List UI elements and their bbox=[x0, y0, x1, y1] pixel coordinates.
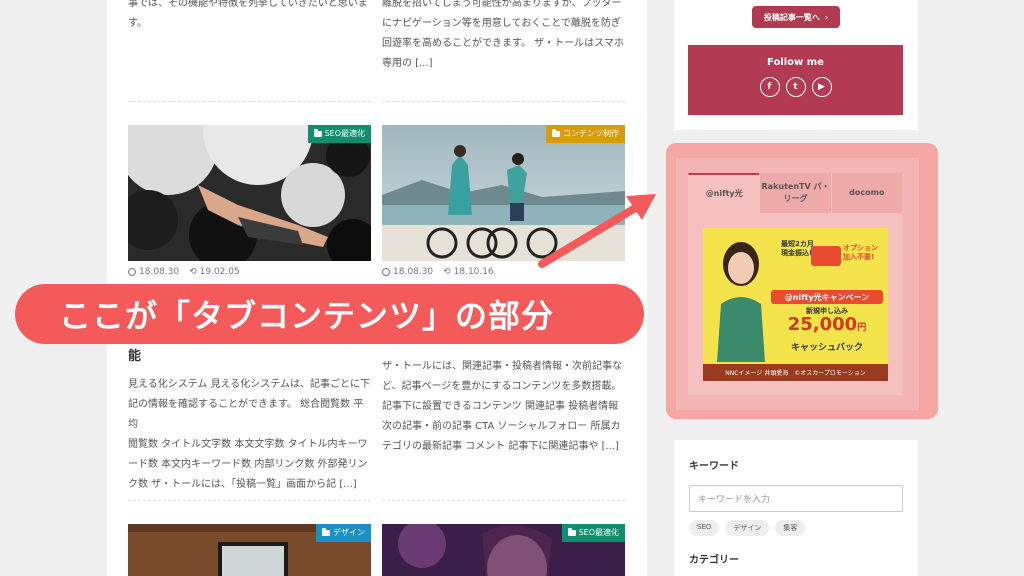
annotation-callout: ここが「タブコンテンツ」の部分 bbox=[15, 284, 644, 344]
excerpt-line: す。 bbox=[128, 18, 147, 29]
divider bbox=[128, 500, 371, 501]
posts-list-button-label: 投稿記事一覧へ bbox=[763, 12, 820, 22]
post-title[interactable]: 能 bbox=[128, 345, 141, 364]
post-excerpt-top-left: 事では、その機能や特徴を列挙していきたいと思いま す。 bbox=[128, 0, 378, 34]
divider bbox=[382, 101, 625, 102]
social-icons: f t ▶ bbox=[688, 77, 903, 97]
excerpt-line: 専用の [...] bbox=[382, 58, 433, 69]
post-card[interactable]: デザイン bbox=[128, 524, 371, 576]
post-card[interactable]: SEO最適化 bbox=[382, 524, 625, 576]
post-excerpt: ザ・トールには、関連記事・投稿者情報・次前記事な ど、記事ページを豊かにするコン… bbox=[382, 357, 630, 457]
follow-me-widget: Follow me f t ▶ bbox=[688, 45, 903, 115]
excerpt-line: 見える化システム 見える化システムは、記事ごとに下 bbox=[128, 379, 370, 390]
date-updated: ⟲ 18.10.16 bbox=[443, 267, 494, 277]
banner-tagline: 最短2カ月 現金振込! bbox=[781, 240, 814, 258]
folder-icon bbox=[567, 528, 576, 536]
category-label: コンテンツ制作 bbox=[563, 129, 619, 138]
excerpt-line: 離脱を招いてしまう可能性が高まりますが、フッター bbox=[382, 0, 622, 9]
follow-me-title: Follow me bbox=[767, 57, 824, 68]
divider bbox=[382, 500, 625, 501]
banner-option: オプション 加入不要! bbox=[843, 244, 878, 262]
category-label: SEO最適化 bbox=[324, 129, 365, 138]
youtube-icon[interactable]: ▶ bbox=[811, 77, 832, 97]
tab-docomo[interactable]: docomo bbox=[830, 173, 902, 213]
banner-amount: 25,000円 bbox=[771, 314, 883, 335]
tab-bar: @nifty光 RakutenTV パ・リーグ docomo bbox=[688, 173, 902, 213]
excerpt-line: ど、記事ページを豊かにするコンテンツを多数搭載。 bbox=[382, 381, 622, 392]
tab-nifty[interactable]: @nifty光 bbox=[688, 173, 760, 213]
category-label: デザイン bbox=[333, 528, 365, 537]
excerpt-line: ク数 ザ・トールには、「投稿一覧」画面から記 [...] bbox=[128, 479, 357, 490]
facebook-icon[interactable]: f bbox=[759, 77, 780, 97]
banner-campaign: @nifty光キャンペーン bbox=[771, 290, 883, 304]
divider bbox=[128, 101, 371, 102]
clock-icon bbox=[382, 268, 390, 276]
excerpt-line: ザ・トールには、関連記事・投稿者情報・次前記事な bbox=[382, 361, 622, 372]
refresh-icon: ⟲ bbox=[189, 267, 197, 277]
excerpt-line: ード数 本文内キーワード数 内部リンク数 外部発リン bbox=[128, 459, 368, 470]
date-updated-text: 18.10.16 bbox=[453, 267, 494, 277]
posts-list-button[interactable]: 投稿記事一覧へ › bbox=[752, 6, 840, 28]
banner-footer-text: NNCイメージ 井頭愛海 bbox=[725, 370, 789, 377]
folder-icon bbox=[313, 129, 322, 137]
folder-icon bbox=[552, 129, 560, 137]
folder-icon bbox=[322, 528, 330, 536]
twitter-icon[interactable]: t bbox=[785, 77, 806, 97]
date-posted-text: 18.08.30 bbox=[393, 267, 434, 277]
category-badge[interactable]: デザイン bbox=[316, 524, 371, 542]
post-thumbnail[interactable]: SEO最適化 bbox=[128, 125, 371, 261]
post-meta: 18.08.30 ⟲ 19.02.05 bbox=[128, 267, 371, 277]
banner-line: オプション bbox=[843, 244, 878, 252]
keyword-input[interactable]: キーワードを入力 bbox=[689, 485, 903, 512]
post-thumbnail[interactable]: デザイン bbox=[128, 524, 371, 576]
banner-footer-text: ©オスカープロモーション bbox=[794, 370, 866, 377]
excerpt-line: 記事下に設置できるコンテンツ 関連記事 投稿者情報 bbox=[382, 401, 619, 412]
clock-icon bbox=[128, 268, 136, 276]
category-label: SEO最適化 bbox=[578, 528, 619, 537]
chevron-right-icon: › bbox=[824, 12, 829, 22]
keyword-tag[interactable]: SEO bbox=[689, 520, 720, 536]
tab-rakuten[interactable]: RakutenTV パ・リーグ bbox=[759, 173, 831, 213]
post-excerpt-top-right: 離脱を招いてしまう可能性が高まりますが、フッター にナビゲーション等を用意してお… bbox=[382, 0, 632, 74]
gift-icon bbox=[811, 246, 841, 266]
post-card[interactable]: SEO最適化 18.08.30 ⟲ 19.02.05 bbox=[128, 125, 371, 277]
refresh-icon: ⟲ bbox=[443, 267, 451, 277]
date-updated-text: 19.02.05 bbox=[199, 267, 240, 277]
post-thumbnail[interactable]: SEO最適化 bbox=[382, 524, 625, 576]
banner-footer: NNCイメージ 井頭愛海 ©オスカープロモーション bbox=[703, 364, 888, 381]
banner-amount-value: 25,000 bbox=[787, 314, 858, 335]
banner-line: 現金振込! bbox=[781, 249, 813, 257]
ad-banner[interactable]: 最短2カ月 現金振込! オプション 加入不要! @nifty光キャンペーン 新規… bbox=[703, 228, 888, 381]
keyword-tag[interactable]: デザイン bbox=[725, 520, 770, 536]
keyword-title: キーワード bbox=[689, 461, 739, 472]
category-badge[interactable]: SEO最適化 bbox=[561, 524, 625, 542]
excerpt-line: 回遊率を高めることができます。 ザ・トールはスマホ bbox=[382, 38, 624, 49]
excerpt-line: 閲覧数 タイトル文字数 本文文字数 タイトル内キーワ bbox=[128, 439, 368, 450]
excerpt-line: テゴリの最新記事 コメント 記事下に関連記事や [...] bbox=[382, 441, 619, 452]
banner-yen: 円 bbox=[857, 323, 867, 333]
category-title: カテゴリー bbox=[689, 555, 739, 566]
excerpt-line: 次の記事・前の記事 CTA ソーシャルフォロー 所属カ bbox=[382, 421, 621, 432]
category-badge[interactable]: SEO最適化 bbox=[307, 125, 371, 143]
category-badge[interactable]: コンテンツ制作 bbox=[546, 125, 625, 143]
date-updated: ⟲ 19.02.05 bbox=[189, 267, 240, 277]
date-posted: 18.08.30 bbox=[128, 267, 179, 277]
excerpt-line: にナビゲーション等を用意しておくことで離脱を防ぎ bbox=[382, 18, 621, 29]
banner-line: 加入不要! bbox=[843, 253, 875, 261]
date-posted-text: 18.08.30 bbox=[139, 267, 180, 277]
banner-line: 最短2カ月 bbox=[781, 240, 814, 248]
post-excerpt: 見える化システム 見える化システムは、記事ごとに下 記の情報を確認することができ… bbox=[128, 375, 373, 495]
keyword-tag[interactable]: 集客 bbox=[775, 520, 806, 536]
date-posted: 18.08.30 bbox=[382, 267, 433, 277]
excerpt-line: 事では、その機能や特徴を列挙していきたいと思いま bbox=[128, 0, 368, 9]
excerpt-line: 記の情報を確認することができます。 総合閲覧数 平均 bbox=[128, 399, 364, 430]
annotation-arrow bbox=[538, 194, 656, 268]
person-image bbox=[717, 242, 765, 362]
keyword-tags: SEO デザイン 集客 bbox=[689, 520, 806, 536]
banner-cashback: キャッシュバック bbox=[790, 343, 863, 353]
